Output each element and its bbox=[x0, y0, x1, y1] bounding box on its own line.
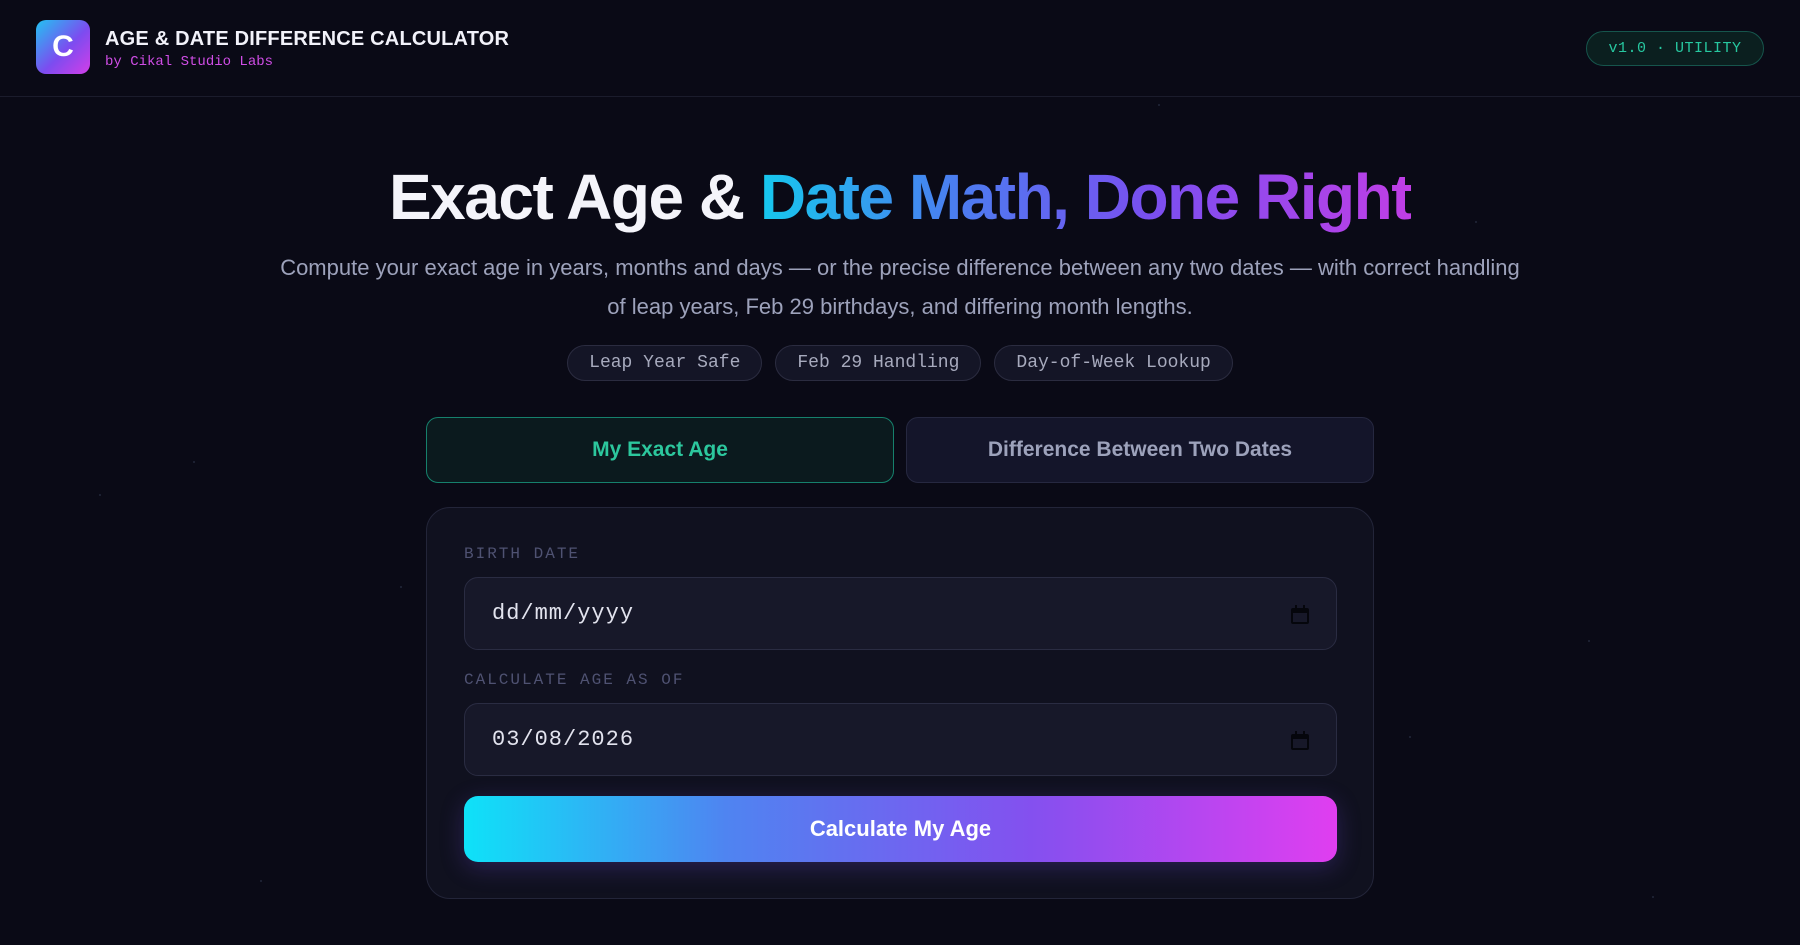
logo-letter: C bbox=[52, 30, 74, 63]
feature-badge-feb29: Feb 29 Handling bbox=[775, 345, 982, 381]
calculate-age-button[interactable]: Calculate My Age bbox=[464, 796, 1337, 862]
app-title: AGE & DATE DIFFERENCE CALCULATOR bbox=[105, 28, 510, 50]
calendar-icon[interactable] bbox=[1291, 605, 1309, 624]
tab-my-exact-age[interactable]: My Exact Age bbox=[426, 417, 894, 483]
version-badge: v1.0 · UTILITY bbox=[1586, 31, 1764, 66]
as-of-date-value: 03/08/2026 bbox=[492, 727, 635, 752]
birth-date-input[interactable]: dd/mm/yyyy bbox=[464, 577, 1337, 650]
app-header: C AGE & DATE DIFFERENCE CALCULATOR by Ci… bbox=[0, 0, 1800, 97]
hero-title-gradient: Date Math, Done Right bbox=[759, 161, 1413, 233]
calendar-icon[interactable] bbox=[1291, 731, 1309, 750]
as-of-date-label: CALCULATE AGE AS OF bbox=[464, 671, 685, 689]
feature-badges: Leap Year Safe Feb 29 Handling Day-of-We… bbox=[0, 345, 1800, 381]
feature-badge-leap-year: Leap Year Safe bbox=[567, 345, 763, 381]
hero-description: Compute your exact age in years, months … bbox=[280, 255, 1520, 319]
as-of-date-input[interactable]: 03/08/2026 bbox=[464, 703, 1337, 776]
birth-date-value: dd/mm/yyyy bbox=[492, 601, 635, 626]
birth-date-label: BIRTH DATE bbox=[464, 545, 581, 563]
page: C AGE & DATE DIFFERENCE CALCULATOR by Ci… bbox=[0, 0, 1800, 945]
app-logo: C bbox=[36, 20, 90, 74]
age-calculator-card: BIRTH DATE dd/mm/yyyy CALCULATE AGE AS O… bbox=[426, 507, 1374, 899]
feature-badge-day-of-week: Day-of-Week Lookup bbox=[994, 345, 1233, 381]
tab-difference-between-dates[interactable]: Difference Between Two Dates bbox=[906, 417, 1374, 483]
hero-title-plain: Exact Age & bbox=[388, 161, 760, 233]
hero-title: Exact Age & Date Math, Done Right bbox=[0, 160, 1800, 234]
app-subtitle: by Cikal Studio Labs bbox=[105, 54, 274, 70]
